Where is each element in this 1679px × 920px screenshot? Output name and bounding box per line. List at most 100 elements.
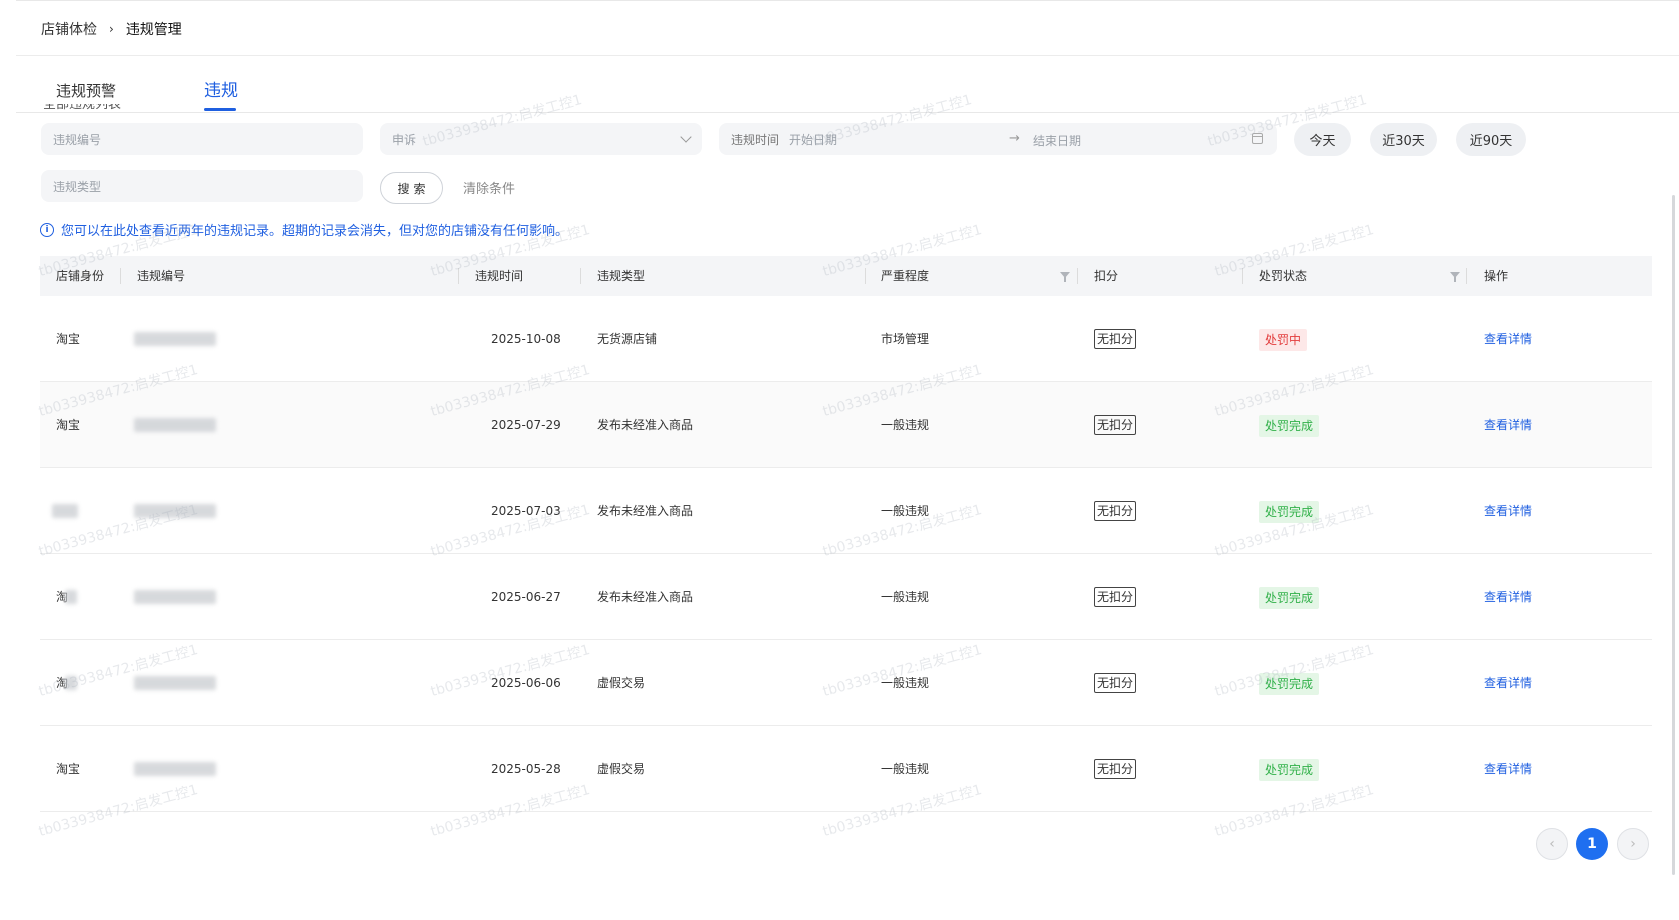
chevron-down-icon <box>680 131 692 143</box>
violation-type-cell: 无货源店铺 <box>597 332 658 346</box>
table-row: 淘 2025-06-06 虚假交易 一般违规 无扣分 处罚完成 查看详情 <box>40 640 1652 726</box>
table-header: 店铺身份 违规编号 违规时间 违规类型 严重程度 扣分 处罚状态 操作 <box>40 256 1652 296</box>
clear-filters-button[interactable]: 清除条件 <box>463 178 515 197</box>
points-tag: 无扣分 <box>1094 587 1137 607</box>
shop-identity-cell: 淘宝 <box>56 762 81 776</box>
vertical-scrollbar[interactable] <box>1672 195 1675 875</box>
severity-cell: 一般违规 <box>881 504 930 518</box>
col-shop-identity: 店铺身份 <box>56 269 105 283</box>
col-violation-id: 违规编号 <box>137 269 186 283</box>
tab-divider <box>16 112 1679 113</box>
tab-bar: 违规预警 违规 <box>40 72 1679 112</box>
redacted-violation-id <box>134 762 216 776</box>
status-badge: 处罚完成 <box>1259 415 1320 437</box>
shop-identity-cell: 淘宝 <box>56 418 81 432</box>
breadcrumb-separator-icon: › <box>109 22 114 36</box>
violation-type-cell: 发布未经准入商品 <box>597 504 694 518</box>
breadcrumb-divider <box>16 55 1679 56</box>
col-penalty-status: 处罚状态 <box>1259 269 1308 283</box>
violation-date-cell: 2025-10-08 <box>491 332 561 346</box>
breadcrumb-parent[interactable]: 店铺体检 <box>41 19 97 39</box>
date-range-label: 违规时间 <box>731 132 780 147</box>
table-body: 淘宝 2025-10-08 无货源店铺 市场管理 无扣分 处罚中 查看详情 淘宝… <box>40 296 1652 812</box>
redacted-shop-identity <box>52 504 78 518</box>
previous-page-button[interactable]: ‹ <box>1536 828 1568 860</box>
appeal-select[interactable]: 申诉 <box>380 123 702 155</box>
violation-type-cell: 发布未经准入商品 <box>597 590 694 604</box>
redacted-violation-id <box>134 504 216 518</box>
redacted-violation-id <box>134 332 216 346</box>
redacted-violation-id <box>134 418 216 432</box>
points-tag: 无扣分 <box>1094 501 1137 521</box>
violation-type-cell: 发布未经准入商品 <box>597 418 694 432</box>
view-details-link[interactable]: 查看详情 <box>1484 554 1532 640</box>
points-tag: 无扣分 <box>1094 673 1137 693</box>
col-severity: 严重程度 <box>881 269 930 283</box>
points-tag: 无扣分 <box>1094 329 1137 349</box>
violation-type-input[interactable]: 违规类型 <box>41 170 363 202</box>
violation-type-cell: 虚假交易 <box>597 762 646 776</box>
quick-today-button[interactable]: 今天 <box>1294 123 1351 156</box>
breadcrumb-current: 违规管理 <box>125 22 182 38</box>
violation-date-cell: 2025-06-06 <box>491 676 561 690</box>
severity-filter-icon[interactable] <box>1060 272 1070 282</box>
severity-cell: 一般违规 <box>881 590 930 604</box>
violation-date-range[interactable]: 违规时间 开始日期 → 结束日期 <box>719 123 1277 155</box>
col-violation-type: 违规类型 <box>597 269 646 283</box>
start-date-input[interactable]: 开始日期 <box>789 131 837 148</box>
column-divider <box>1242 268 1243 284</box>
status-badge: 处罚中 <box>1259 329 1308 351</box>
view-details-link[interactable]: 查看详情 <box>1484 726 1532 812</box>
column-divider <box>865 268 866 284</box>
shop-identity-cell: 淘宝 <box>56 332 81 346</box>
calendar-icon <box>1252 133 1263 144</box>
view-details-link[interactable]: 查看详情 <box>1484 640 1532 726</box>
column-divider <box>120 268 121 284</box>
col-violation-time: 违规时间 <box>475 269 524 283</box>
arrow-right-icon: → <box>1009 131 1020 146</box>
table-row: 淘 2025-06-27 发布未经准入商品 一般违规 无扣分 处罚完成 查看详情 <box>40 554 1652 640</box>
violation-date-cell: 2025-06-27 <box>491 590 561 604</box>
end-date-input[interactable]: 结束日期 <box>1033 132 1081 149</box>
redacted-shop-identity <box>65 676 77 690</box>
top-divider <box>16 0 1679 1</box>
next-page-button[interactable]: › <box>1617 828 1649 860</box>
status-badge: 处罚完成 <box>1259 759 1320 781</box>
info-icon: i <box>40 222 54 237</box>
table-row: 淘宝 2025-07-29 发布未经准入商品 一般违规 无扣分 处罚完成 查看详… <box>40 382 1652 468</box>
view-details-link[interactable]: 查看详情 <box>1484 468 1532 554</box>
redacted-violation-id <box>134 676 216 690</box>
retention-notice: i 您可以在此处查看近两年的违规记录。超期的记录会消失，但对您的店铺没有任何影响… <box>40 220 568 239</box>
quick-30-days-button[interactable]: 近30天 <box>1370 123 1437 156</box>
points-tag: 无扣分 <box>1094 759 1137 779</box>
points-tag: 无扣分 <box>1094 415 1137 435</box>
column-divider <box>1077 268 1078 284</box>
redacted-shop-identity <box>65 590 77 604</box>
severity-cell: 一般违规 <box>881 762 930 776</box>
breadcrumb: 店铺体检 › 违规管理 <box>41 20 182 38</box>
violation-date-cell: 2025-07-03 <box>491 504 561 518</box>
violation-date-cell: 2025-05-28 <box>491 762 561 776</box>
severity-cell: 市场管理 <box>881 332 930 346</box>
quick-90-days-button[interactable]: 近90天 <box>1456 123 1526 156</box>
tab-active-indicator <box>204 108 236 111</box>
view-details-link[interactable]: 查看详情 <box>1484 296 1532 382</box>
col-actions: 操作 <box>1484 269 1509 283</box>
view-details-link[interactable]: 查看详情 <box>1484 382 1532 468</box>
severity-cell: 一般违规 <box>881 676 930 690</box>
table-row: 淘宝 2025-05-28 虚假交易 一般违规 无扣分 处罚完成 查看详情 <box>40 726 1652 812</box>
violations-table: 店铺身份 违规编号 违规时间 违规类型 严重程度 扣分 处罚状态 操作 淘宝 2… <box>40 256 1652 812</box>
table-row: 2025-07-03 发布未经准入商品 一般违规 无扣分 处罚完成 查看详情 <box>40 468 1652 554</box>
status-badge: 处罚完成 <box>1259 587 1320 609</box>
column-divider <box>580 268 581 284</box>
notice-text: 您可以在此处查看近两年的违规记录。超期的记录会消失，但对您的店铺没有任何影响。 <box>61 224 569 239</box>
status-filter-icon[interactable] <box>1450 272 1460 282</box>
page-1-button[interactable]: 1 <box>1576 828 1608 860</box>
severity-cell: 一般违规 <box>881 418 930 432</box>
search-button[interactable]: 搜索 <box>380 172 443 204</box>
col-points: 扣分 <box>1094 269 1119 283</box>
status-badge: 处罚完成 <box>1259 501 1320 523</box>
violation-id-input[interactable]: 违规编号 <box>41 123 363 155</box>
tab-violations[interactable]: 违规 <box>204 72 238 110</box>
violation-date-cell: 2025-07-29 <box>491 418 561 432</box>
